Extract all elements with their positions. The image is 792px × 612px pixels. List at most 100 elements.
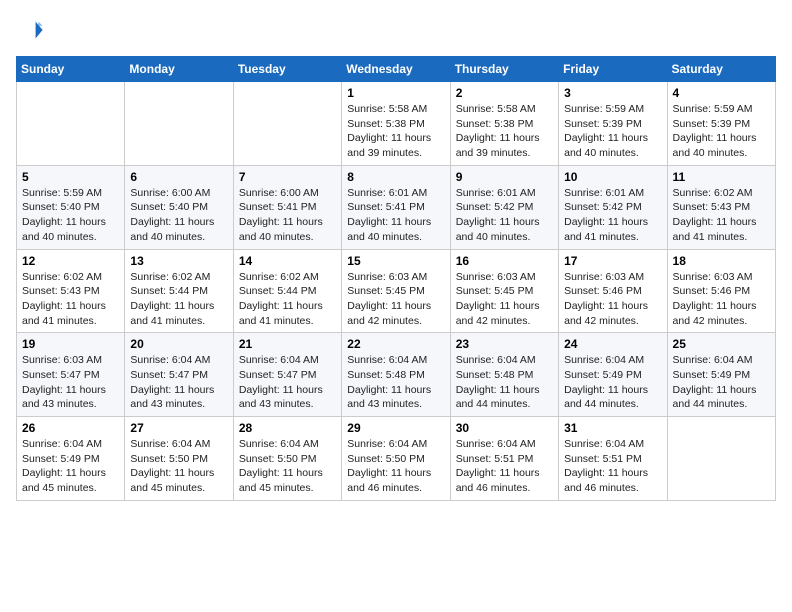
week-row-5: 26 Sunrise: 6:04 AM Sunset: 5:49 PM Dayli…: [17, 417, 776, 501]
week-row-1: 1 Sunrise: 5:58 AM Sunset: 5:38 PM Daylig…: [17, 82, 776, 166]
cell-info: Sunrise: 6:04 AM Sunset: 5:51 PM Dayligh…: [564, 437, 661, 496]
calendar-cell: 13 Sunrise: 6:02 AM Sunset: 5:44 PM Dayli…: [125, 249, 233, 333]
day-header-monday: Monday: [125, 57, 233, 82]
cell-info: Sunrise: 6:04 AM Sunset: 5:47 PM Dayligh…: [239, 353, 336, 412]
calendar-cell: 10 Sunrise: 6:01 AM Sunset: 5:42 PM Dayli…: [559, 165, 667, 249]
day-number: 21: [239, 337, 336, 351]
cell-info: Sunrise: 6:02 AM Sunset: 5:44 PM Dayligh…: [130, 270, 227, 329]
cell-info: Sunrise: 5:58 AM Sunset: 5:38 PM Dayligh…: [456, 102, 553, 161]
day-number: 1: [347, 86, 444, 100]
calendar-table: SundayMondayTuesdayWednesdayThursdayFrid…: [16, 56, 776, 501]
day-number: 11: [673, 170, 770, 184]
calendar-cell: [17, 82, 125, 166]
day-number: 16: [456, 254, 553, 268]
day-number: 18: [673, 254, 770, 268]
day-number: 30: [456, 421, 553, 435]
day-number: 17: [564, 254, 661, 268]
day-number: 26: [22, 421, 119, 435]
calendar-cell: 5Sunrise: 5:59 AM Sunset: 5:40 PM Daylig…: [17, 165, 125, 249]
day-header-saturday: Saturday: [667, 57, 775, 82]
day-header-sunday: Sunday: [17, 57, 125, 82]
cell-info: Sunrise: 6:01 AM Sunset: 5:42 PM Dayligh…: [564, 186, 661, 245]
cell-info: Sunrise: 6:03 AM Sunset: 5:45 PM Dayligh…: [456, 270, 553, 329]
day-number: 13: [130, 254, 227, 268]
week-row-4: 19 Sunrise: 6:03 AM Sunset: 5:47 PM Dayli…: [17, 333, 776, 417]
cell-info: Sunrise: 6:04 AM Sunset: 5:49 PM Dayligh…: [564, 353, 661, 412]
day-number: 20: [130, 337, 227, 351]
day-number: 12: [22, 254, 119, 268]
calendar-cell: 12 Sunrise: 6:02 AM Sunset: 5:43 PM Dayli…: [17, 249, 125, 333]
day-number: 9: [456, 170, 553, 184]
cell-info: Sunrise: 6:01 AM Sunset: 5:41 PM Dayligh…: [347, 186, 444, 245]
cell-info: Sunrise: 6:03 AM Sunset: 5:46 PM Dayligh…: [564, 270, 661, 329]
cell-info: Sunrise: 6:02 AM Sunset: 5:44 PM Dayligh…: [239, 270, 336, 329]
cell-info: Sunrise: 6:04 AM Sunset: 5:49 PM Dayligh…: [22, 437, 119, 496]
week-row-2: 5Sunrise: 5:59 AM Sunset: 5:40 PM Daylig…: [17, 165, 776, 249]
calendar-cell: 4 Sunrise: 5:59 AM Sunset: 5:39 PM Daylig…: [667, 82, 775, 166]
cell-info: Sunrise: 6:04 AM Sunset: 5:47 PM Dayligh…: [130, 353, 227, 412]
calendar-cell: 20 Sunrise: 6:04 AM Sunset: 5:47 PM Dayli…: [125, 333, 233, 417]
calendar-cell: 21 Sunrise: 6:04 AM Sunset: 5:47 PM Dayli…: [233, 333, 341, 417]
cell-info: Sunrise: 6:04 AM Sunset: 5:51 PM Dayligh…: [456, 437, 553, 496]
day-number: 8: [347, 170, 444, 184]
day-number: 22: [347, 337, 444, 351]
calendar-cell: 2Sunrise: 5:58 AM Sunset: 5:38 PM Daylig…: [450, 82, 558, 166]
calendar-cell: 18 Sunrise: 6:03 AM Sunset: 5:46 PM Dayli…: [667, 249, 775, 333]
calendar-cell: 6 Sunrise: 6:00 AM Sunset: 5:40 PM Daylig…: [125, 165, 233, 249]
cell-info: Sunrise: 5:58 AM Sunset: 5:38 PM Dayligh…: [347, 102, 444, 161]
day-number: 5: [22, 170, 119, 184]
calendar-cell: 19 Sunrise: 6:03 AM Sunset: 5:47 PM Dayli…: [17, 333, 125, 417]
week-row-3: 12 Sunrise: 6:02 AM Sunset: 5:43 PM Dayli…: [17, 249, 776, 333]
cell-info: Sunrise: 6:00 AM Sunset: 5:40 PM Dayligh…: [130, 186, 227, 245]
day-number: 15: [347, 254, 444, 268]
calendar-cell: 31Sunrise: 6:04 AM Sunset: 5:51 PM Dayli…: [559, 417, 667, 501]
calendar-cell: [125, 82, 233, 166]
day-header-wednesday: Wednesday: [342, 57, 450, 82]
cell-info: Sunrise: 6:03 AM Sunset: 5:45 PM Dayligh…: [347, 270, 444, 329]
cell-info: Sunrise: 6:01 AM Sunset: 5:42 PM Dayligh…: [456, 186, 553, 245]
day-number: 6: [130, 170, 227, 184]
calendar-cell: 1 Sunrise: 5:58 AM Sunset: 5:38 PM Daylig…: [342, 82, 450, 166]
cell-info: Sunrise: 6:04 AM Sunset: 5:50 PM Dayligh…: [239, 437, 336, 496]
calendar-cell: 7Sunrise: 6:00 AM Sunset: 5:41 PM Daylig…: [233, 165, 341, 249]
logo-icon: [16, 16, 44, 44]
day-number: 4: [673, 86, 770, 100]
calendar-cell: 14 Sunrise: 6:02 AM Sunset: 5:44 PM Dayli…: [233, 249, 341, 333]
calendar-cell: 11 Sunrise: 6:02 AM Sunset: 5:43 PM Dayli…: [667, 165, 775, 249]
calendar-cell: 15 Sunrise: 6:03 AM Sunset: 5:45 PM Dayli…: [342, 249, 450, 333]
calendar-cell: 23 Sunrise: 6:04 AM Sunset: 5:48 PM Dayli…: [450, 333, 558, 417]
day-number: 7: [239, 170, 336, 184]
page-header: [16, 16, 776, 44]
cell-info: Sunrise: 5:59 AM Sunset: 5:39 PM Dayligh…: [673, 102, 770, 161]
day-header-tuesday: Tuesday: [233, 57, 341, 82]
day-number: 25: [673, 337, 770, 351]
calendar-cell: 17 Sunrise: 6:03 AM Sunset: 5:46 PM Dayli…: [559, 249, 667, 333]
day-number: 14: [239, 254, 336, 268]
calendar-cell: 26 Sunrise: 6:04 AM Sunset: 5:49 PM Dayli…: [17, 417, 125, 501]
calendar-cell: 28 Sunrise: 6:04 AM Sunset: 5:50 PM Dayli…: [233, 417, 341, 501]
cell-info: Sunrise: 6:04 AM Sunset: 5:48 PM Dayligh…: [347, 353, 444, 412]
logo: [16, 16, 48, 44]
cell-info: Sunrise: 6:03 AM Sunset: 5:47 PM Dayligh…: [22, 353, 119, 412]
day-header-thursday: Thursday: [450, 57, 558, 82]
calendar-cell: 29 Sunrise: 6:04 AM Sunset: 5:50 PM Dayli…: [342, 417, 450, 501]
day-number: 23: [456, 337, 553, 351]
cell-info: Sunrise: 6:03 AM Sunset: 5:46 PM Dayligh…: [673, 270, 770, 329]
calendar-cell: 30 Sunrise: 6:04 AM Sunset: 5:51 PM Dayli…: [450, 417, 558, 501]
calendar-cell: 24Sunrise: 6:04 AM Sunset: 5:49 PM Dayli…: [559, 333, 667, 417]
day-number: 3: [564, 86, 661, 100]
calendar-cell: 3 Sunrise: 5:59 AM Sunset: 5:39 PM Daylig…: [559, 82, 667, 166]
day-number: 10: [564, 170, 661, 184]
cell-info: Sunrise: 6:04 AM Sunset: 5:50 PM Dayligh…: [347, 437, 444, 496]
calendar-header-row: SundayMondayTuesdayWednesdayThursdayFrid…: [17, 57, 776, 82]
cell-info: Sunrise: 6:04 AM Sunset: 5:49 PM Dayligh…: [673, 353, 770, 412]
cell-info: Sunrise: 6:04 AM Sunset: 5:48 PM Dayligh…: [456, 353, 553, 412]
calendar-cell: 8 Sunrise: 6:01 AM Sunset: 5:41 PM Daylig…: [342, 165, 450, 249]
calendar-cell: [233, 82, 341, 166]
cell-info: Sunrise: 5:59 AM Sunset: 5:39 PM Dayligh…: [564, 102, 661, 161]
cell-info: Sunrise: 6:02 AM Sunset: 5:43 PM Dayligh…: [673, 186, 770, 245]
cell-info: Sunrise: 6:02 AM Sunset: 5:43 PM Dayligh…: [22, 270, 119, 329]
day-number: 29: [347, 421, 444, 435]
day-number: 28: [239, 421, 336, 435]
day-number: 19: [22, 337, 119, 351]
